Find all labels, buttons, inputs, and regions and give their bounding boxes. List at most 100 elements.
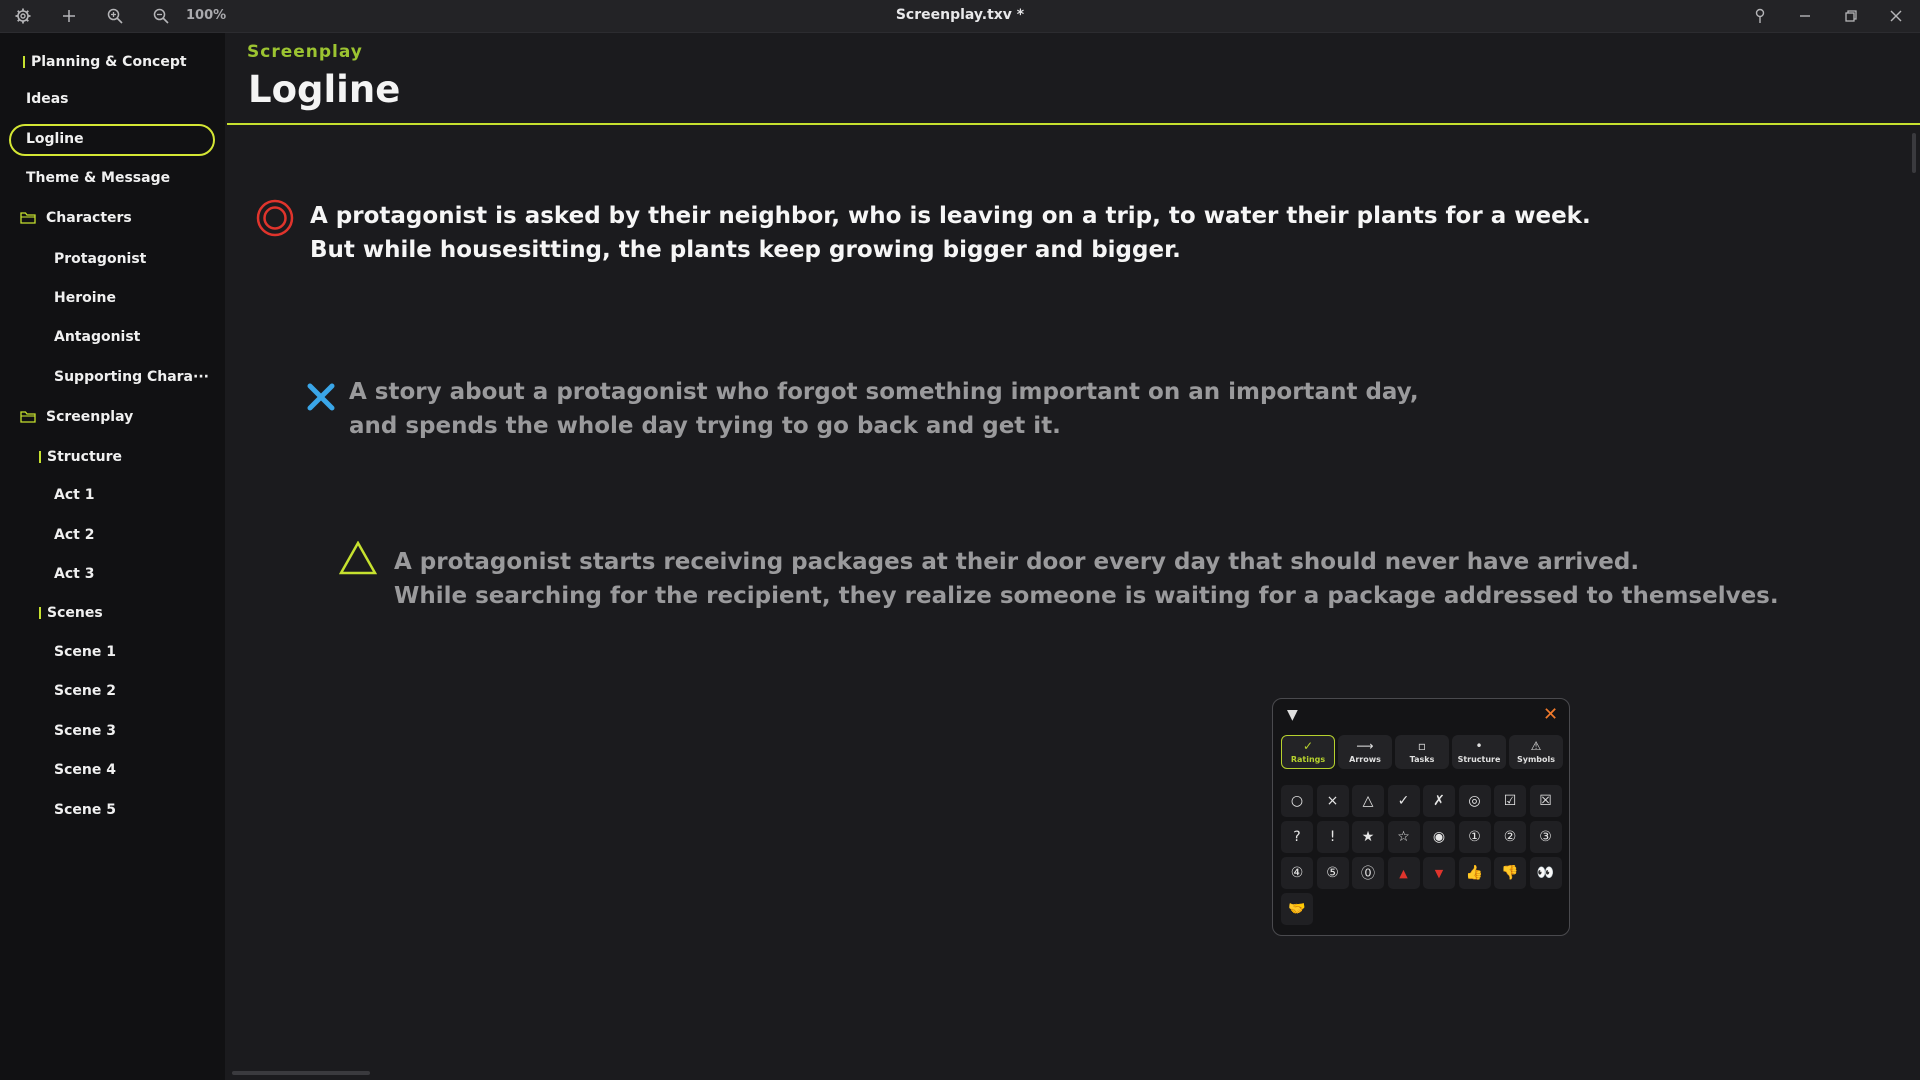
- sidebar-item-label: Scenes: [47, 605, 103, 621]
- number-3-icon[interactable]: ③: [1529, 821, 1562, 853]
- logline-line: A protagonist starts receiving packages …: [394, 549, 1640, 575]
- logline-line: But while housesitting, the plants keep …: [310, 237, 1181, 263]
- square-icon: ▫: [1417, 739, 1427, 753]
- radio-icon[interactable]: ◉: [1423, 821, 1455, 853]
- minimize-icon[interactable]: [1790, 4, 1820, 28]
- sidebar-item-label: Protagonist: [54, 251, 147, 267]
- number-1-icon[interactable]: ①: [1458, 821, 1491, 853]
- sidebar-item-scene-4[interactable]: Scene 4: [54, 762, 116, 778]
- sidebar-item-label: Scene 3: [54, 723, 116, 739]
- logline-line: A protagonist is asked by their neighbor…: [310, 203, 1591, 229]
- sidebar-item-scenes[interactable]: Scenes: [39, 605, 103, 621]
- sidebar-item-label: Supporting Chara···: [54, 369, 209, 385]
- number-5-icon[interactable]: ⑤: [1316, 857, 1349, 889]
- x-mark-icon[interactable]: ×: [1316, 785, 1349, 817]
- tab-ratings[interactable]: ✓ Ratings: [1281, 735, 1335, 769]
- close-icon[interactable]: [1881, 4, 1911, 28]
- title-bar: 100% Screenplay.txv *: [0, 0, 1920, 33]
- handshake-icon[interactable]: 🤝: [1281, 893, 1313, 925]
- sidebar-item-label: Act 3: [54, 566, 95, 582]
- vertical-scrollbar[interactable]: [1912, 133, 1916, 173]
- pin-icon[interactable]: [1745, 4, 1775, 28]
- ballot-x-icon[interactable]: ✗: [1423, 785, 1455, 817]
- sidebar-item-scene-2[interactable]: Scene 2: [54, 683, 116, 699]
- checkmark-icon: ✓: [1302, 739, 1314, 753]
- section-marker: [39, 451, 41, 463]
- dot-icon: •: [1475, 739, 1483, 753]
- arrow-icon: ⟶: [1356, 739, 1374, 753]
- sidebar-item-label: Structure: [47, 449, 123, 465]
- tab-tasks[interactable]: ▫ Tasks: [1395, 735, 1449, 769]
- page-subtitle: Screenplay: [247, 42, 363, 62]
- section-marker: [39, 607, 41, 619]
- sidebar-item-planning-concept[interactable]: Planning & Concept: [23, 54, 187, 70]
- symbol-palette: ▼ ✕ ✓ Ratings ⟶ Arrows ▫ Tasks • Structu…: [1272, 698, 1570, 936]
- sidebar-item-scene-1[interactable]: Scene 1: [54, 644, 116, 660]
- logline-1[interactable]: A protagonist is asked by their neighbor…: [310, 199, 1591, 267]
- checked-box-icon[interactable]: ☑: [1494, 785, 1526, 817]
- sidebar-item-label: Scene 5: [54, 802, 116, 818]
- sidebar-item-label: Logline: [26, 131, 84, 147]
- logline-3[interactable]: A protagonist starts receiving packages …: [394, 545, 1779, 613]
- sidebar-item-scene-5[interactable]: Scene 5: [54, 802, 116, 818]
- star-outline-icon[interactable]: ☆: [1387, 821, 1420, 853]
- horizontal-scrollbar[interactable]: [232, 1071, 370, 1075]
- sidebar-folder-characters[interactable]: Characters: [20, 210, 132, 226]
- down-triangle-icon[interactable]: ▼: [1423, 857, 1455, 889]
- thumbs-down-icon[interactable]: 👎: [1494, 857, 1526, 889]
- number-0-icon[interactable]: ⓪: [1352, 857, 1384, 889]
- symbol-grid: ○ × △ ✓ ✗ ◎ ☑ ☒ ? ! ★ ☆ ◉ ① ② ③ ④ ⑤ ⓪ ▲ …: [1281, 785, 1562, 925]
- folder-icon: [20, 411, 36, 423]
- exclamation-icon[interactable]: !: [1316, 821, 1349, 853]
- sidebar-item-label: Scene 2: [54, 683, 116, 699]
- collapse-icon[interactable]: ▼: [1287, 707, 1298, 723]
- star-filled-icon[interactable]: ★: [1352, 821, 1384, 853]
- sidebar: Planning & Concept Ideas Logline Theme &…: [0, 33, 225, 1080]
- number-2-icon[interactable]: ②: [1494, 821, 1526, 853]
- sidebar-item-label: Planning & Concept: [31, 54, 187, 70]
- palette-close-icon[interactable]: ✕: [1543, 704, 1558, 725]
- tab-structure[interactable]: • Structure: [1452, 735, 1506, 769]
- tab-label: Symbols: [1516, 755, 1556, 764]
- double-circle-icon[interactable]: [256, 199, 294, 237]
- sidebar-item-structure[interactable]: Structure: [39, 449, 122, 465]
- logline-2[interactable]: A story about a protagonist who forgot s…: [349, 375, 1419, 443]
- sidebar-item-label: Characters: [46, 210, 132, 226]
- number-4-icon[interactable]: ④: [1281, 857, 1313, 889]
- restore-icon[interactable]: [1836, 4, 1866, 28]
- sidebar-item-act-1[interactable]: Act 1: [54, 487, 94, 503]
- up-triangle-icon[interactable]: ▲: [1387, 857, 1420, 889]
- sidebar-item-label: Ideas: [26, 91, 69, 107]
- bullseye-icon[interactable]: ◎: [1458, 785, 1491, 817]
- sidebar-item-antagonist[interactable]: Antagonist: [54, 329, 140, 345]
- sidebar-item-act-2[interactable]: Act 2: [54, 527, 94, 543]
- sidebar-item-protagonist[interactable]: Protagonist: [54, 251, 146, 267]
- circle-icon[interactable]: ○: [1281, 785, 1313, 817]
- sidebar-item-label: Theme & Message: [26, 170, 171, 186]
- tab-arrows[interactable]: ⟶ Arrows: [1338, 735, 1392, 769]
- sidebar-item-ideas[interactable]: Ideas: [26, 91, 69, 107]
- crossed-box-icon[interactable]: ☒: [1529, 785, 1562, 817]
- palette-tabs: ✓ Ratings ⟶ Arrows ▫ Tasks • Structure ⚠…: [1281, 735, 1563, 769]
- sidebar-item-scene-3[interactable]: Scene 3: [54, 723, 116, 739]
- question-icon[interactable]: ?: [1281, 821, 1313, 853]
- tab-symbols[interactable]: ⚠ Symbols: [1509, 735, 1563, 769]
- check-icon[interactable]: ✓: [1387, 785, 1420, 817]
- sidebar-item-label: Scene 4: [54, 762, 116, 778]
- thumbs-up-icon[interactable]: 👍: [1458, 857, 1491, 889]
- sidebar-item-logline[interactable]: Logline: [26, 131, 84, 147]
- folder-icon: [20, 212, 36, 224]
- sidebar-folder-screenplay[interactable]: Screenplay: [20, 409, 133, 425]
- tab-label: Ratings: [1290, 755, 1326, 764]
- sidebar-item-supporting-characters[interactable]: Supporting Chara···: [54, 369, 209, 385]
- sidebar-item-heroine[interactable]: Heroine: [54, 290, 116, 306]
- sidebar-item-theme-message[interactable]: Theme & Message: [26, 170, 170, 186]
- triangle-outline-icon[interactable]: △: [1352, 785, 1384, 817]
- tab-label: Tasks: [1409, 755, 1435, 764]
- eyes-icon[interactable]: 👀: [1529, 857, 1562, 889]
- cross-icon[interactable]: [307, 383, 335, 411]
- triangle-icon[interactable]: [339, 541, 377, 575]
- sidebar-item-label: Screenplay: [46, 409, 134, 425]
- page-title: Logline: [248, 68, 401, 111]
- sidebar-item-act-3[interactable]: Act 3: [54, 566, 94, 582]
